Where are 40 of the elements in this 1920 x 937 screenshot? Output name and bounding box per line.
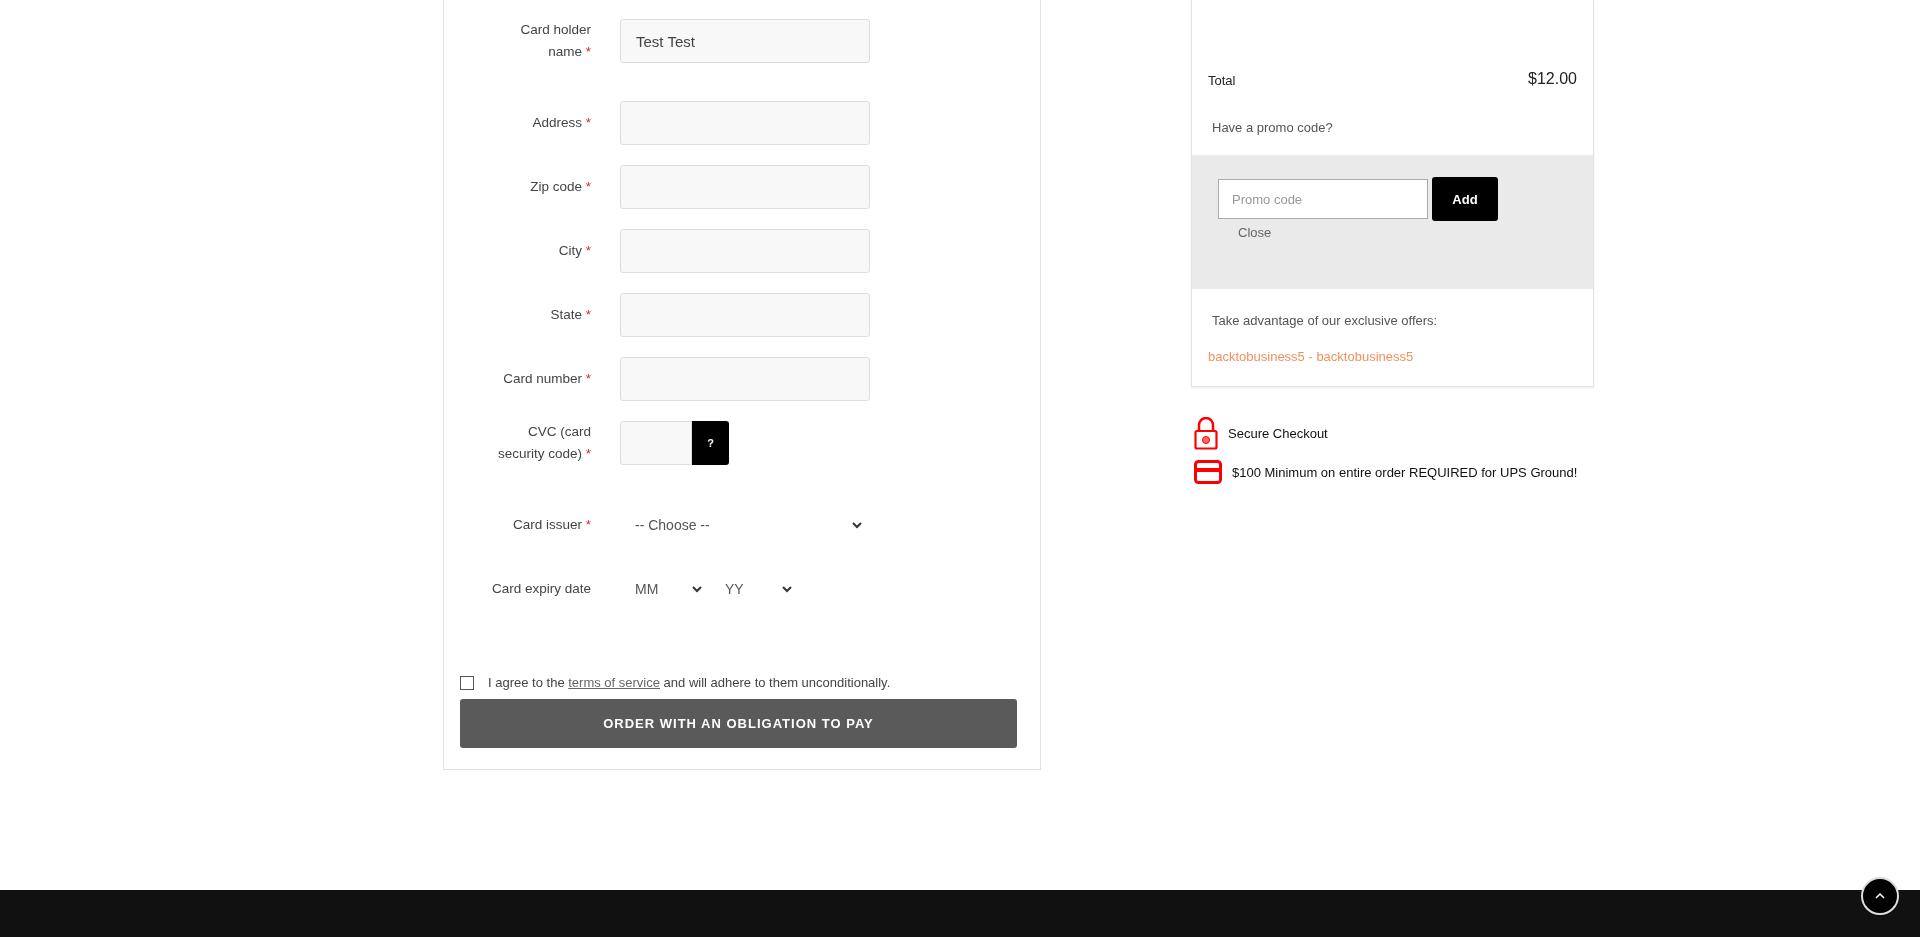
field-label: CVC (card security code) * (496, 423, 591, 463)
notice-text: $100 Minimum on entire order REQUIRED for UPS Ground! (1232, 464, 1578, 480)
text-field[interactable] (620, 357, 870, 401)
chevron-up-icon (1875, 893, 1885, 899)
text-field[interactable] (620, 293, 870, 337)
offers-heading: Take advantage of our exclusive offers: (1212, 313, 1438, 328)
chevron-down-icon (782, 585, 792, 593)
padlock-icon (1194, 417, 1218, 450)
terms-text: I agree to the terms of service and will adhere to them unconditionally. (488, 675, 891, 690)
field-label: Address * (531, 114, 591, 132)
add-button[interactable]: Add (1432, 177, 1498, 221)
promo-field[interactable]: Promo code (1218, 179, 1428, 219)
field-label: Card expiry date (490, 580, 591, 598)
terms-checkbox[interactable] (460, 675, 474, 690)
field-label: State * (549, 306, 591, 324)
total-value: $12.00 (1528, 70, 1577, 88)
field-label: Zip code * (529, 178, 591, 196)
field-label: Card number * (502, 370, 591, 388)
year-dropdown[interactable]: YY (710, 567, 800, 611)
notice-text: Secure Checkout (1228, 426, 1328, 441)
text-field[interactable] (620, 229, 870, 273)
chevron-down-icon (852, 521, 862, 529)
scroll-top-button[interactable] (1861, 877, 1899, 915)
terms-link[interactable]: terms of service (568, 675, 660, 690)
text-field[interactable]: Test Test (620, 19, 870, 63)
text-field[interactable] (620, 165, 870, 209)
cvc-field[interactable] (620, 421, 692, 465)
field-label: City * (557, 242, 591, 260)
chevron-down-icon (692, 585, 702, 593)
field-label: Card holder name * (519, 21, 591, 61)
help-button[interactable]: ? (692, 421, 729, 465)
text-field[interactable] (620, 101, 870, 145)
field-label: Card issuer * (511, 516, 591, 534)
promo-prompt[interactable]: Have a promo code? (1212, 120, 1333, 135)
close-link[interactable]: Close (1238, 225, 1272, 240)
order-button[interactable]: ORDER WITH AN OBLIGATION TO PAY (460, 699, 1017, 748)
month-dropdown[interactable]: MM (620, 567, 710, 611)
issuer-dropdown[interactable]: -- Choose -- (620, 503, 870, 547)
credit-card-icon (1194, 460, 1222, 484)
total-label: Total (1208, 73, 1236, 88)
